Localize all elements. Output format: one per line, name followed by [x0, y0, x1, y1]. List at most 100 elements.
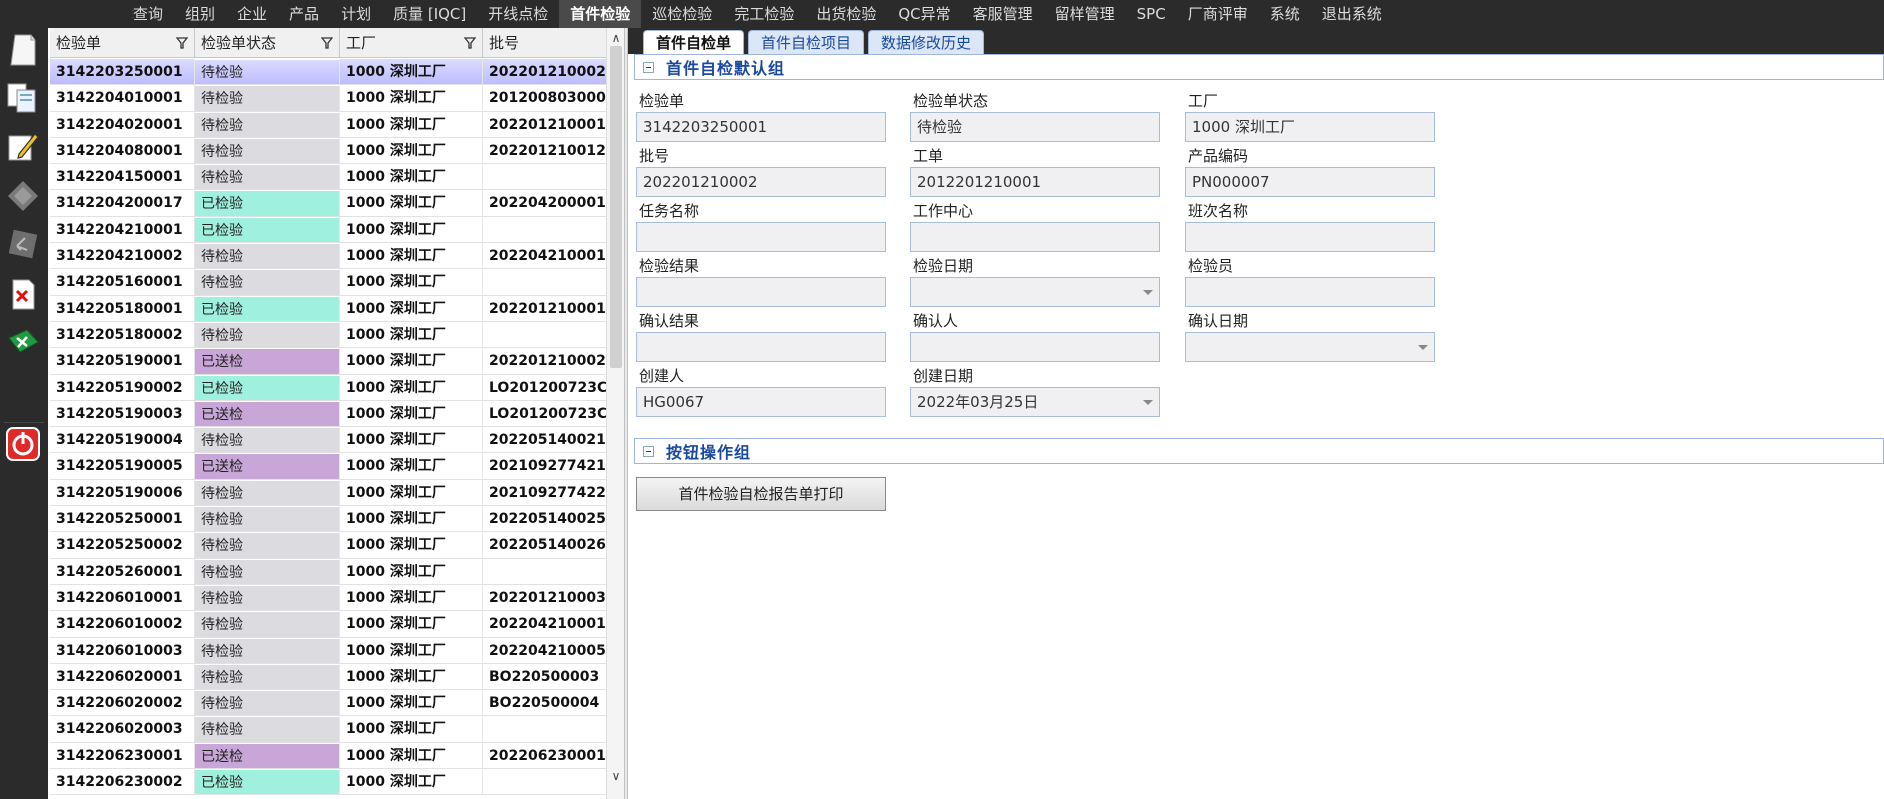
edit-pencil-icon[interactable]: [5, 128, 41, 164]
cell-factory: 1000 深圳工厂: [340, 584, 483, 611]
table-row[interactable]: 3142204080001 待检验 1000 深圳工厂 202201210012: [50, 137, 608, 165]
shift-name-input[interactable]: [1185, 222, 1435, 252]
button-group-header[interactable]: 按钮操作组: [634, 438, 1884, 464]
menu-group[interactable]: 组别: [174, 0, 226, 28]
copy-documents-icon[interactable]: [5, 80, 41, 116]
dropdown-arrow-icon[interactable]: [1143, 290, 1153, 295]
column-header-status[interactable]: 检验单状态: [195, 28, 340, 58]
inspector-input[interactable]: [1185, 277, 1435, 307]
cell-status: 待检验: [195, 321, 340, 348]
table-row[interactable]: 3142206230002 已检验 1000 深圳工厂: [50, 769, 608, 796]
inspect-date-dropdown[interactable]: [910, 277, 1160, 307]
field-label: 工作中心: [913, 202, 974, 220]
column-header-batch[interactable]: 批号: [483, 28, 624, 58]
factory-input[interactable]: 1000 深圳工厂: [1185, 112, 1435, 142]
delete-document-icon[interactable]: [5, 276, 41, 312]
print-report-button[interactable]: 首件检验自检报告单打印: [636, 477, 886, 511]
confirmer-input[interactable]: [910, 332, 1160, 362]
power-exit-icon[interactable]: [5, 426, 41, 462]
menu-exit-system[interactable]: 退出系统: [1311, 0, 1393, 28]
table-row[interactable]: 3142205190006 待检验 1000 深圳工厂 202109277422: [50, 479, 608, 507]
default-group-header[interactable]: 首件自检默认组: [634, 54, 1884, 80]
table-row[interactable]: 3142206010002 待检验 1000 深圳工厂 202204210001: [50, 611, 608, 638]
dropdown-arrow-icon[interactable]: [1418, 345, 1428, 350]
menu-sample-retention[interactable]: 留样管理: [1044, 0, 1126, 28]
table-row[interactable]: 3142205250002 待检验 1000 深圳工厂 202205140026: [50, 532, 608, 559]
create-date-dropdown[interactable]: 2022年03月25日: [910, 387, 1160, 417]
menu-first-article[interactable]: 首件检验: [559, 0, 642, 28]
table-row[interactable]: 3142204020001 待检验 1000 深圳工厂 202201210001: [50, 111, 608, 138]
confirm-date-dropdown[interactable]: [1185, 332, 1435, 362]
tab-data-history[interactable]: 数据修改历史: [868, 30, 985, 54]
table-row[interactable]: 3142205260001 待检验 1000 深圳工厂: [50, 558, 608, 585]
new-document-icon[interactable]: [5, 32, 41, 68]
table-row[interactable]: 3142204010001 待检验 1000 深圳工厂 201200803000: [50, 85, 608, 112]
menu-quality-iqc[interactable]: 质量 [IQC]: [382, 0, 477, 28]
scroll-down-icon[interactable]: ∨: [607, 768, 624, 784]
menu-vendor-review[interactable]: 厂商评审: [1177, 0, 1259, 28]
table-row[interactable]: 3142205180002 待检验 1000 深圳工厂: [50, 321, 608, 349]
column-header-factory[interactable]: 工厂: [340, 28, 483, 58]
diamond-icon[interactable]: [5, 178, 41, 214]
table-row[interactable]: 3142205190003 已送检 1000 深圳工厂 LO201200723C: [50, 400, 608, 428]
undo-icon[interactable]: [5, 226, 41, 262]
export-excel-icon[interactable]: [5, 324, 41, 360]
menu-final-inspection[interactable]: 完工检验: [723, 0, 805, 28]
menu-enterprise[interactable]: 企业: [226, 0, 278, 28]
menu-product[interactable]: 产品: [278, 0, 330, 28]
grid-header: 检验单 检验单状态 工厂 批号: [50, 28, 624, 58]
dropdown-arrow-icon[interactable]: [1143, 400, 1153, 405]
confirm-result-input[interactable]: [636, 332, 886, 362]
table-row[interactable]: 3142205190002 已检验 1000 深圳工厂 LO201200723C: [50, 374, 608, 401]
filter-icon[interactable]: [464, 36, 476, 50]
collapse-icon[interactable]: [643, 61, 654, 73]
column-header-inspection-no[interactable]: 检验单: [50, 28, 195, 58]
menu-customer-service[interactable]: 客服管理: [962, 0, 1044, 28]
menu-spc[interactable]: SPC: [1126, 0, 1177, 28]
tab-first-article-items[interactable]: 首件自检项目: [748, 30, 865, 54]
status-input[interactable]: 待检验: [910, 112, 1160, 142]
filter-icon[interactable]: [321, 36, 333, 50]
menu-line-check[interactable]: 开线点检: [477, 0, 559, 28]
cell-status: 待检验: [195, 137, 340, 164]
table-row[interactable]: 3142206230001 已送检 1000 深圳工厂 202206230001: [50, 742, 608, 770]
grid-vertical-scrollbar[interactable]: ∧ ∨: [606, 28, 624, 799]
menu-qc-exception[interactable]: QC异常: [887, 0, 961, 28]
table-row[interactable]: 3142206020002 待检验 1000 深圳工厂 BO220500004: [50, 690, 608, 717]
table-row[interactable]: 3142205180001 已检验 1000 深圳工厂 202201210001: [50, 295, 608, 322]
table-row[interactable]: 3142206020003 待检验 1000 深圳工厂: [50, 716, 608, 743]
menu-plan[interactable]: 计划: [330, 0, 382, 28]
table-row[interactable]: 3142205190001 已送检 1000 深圳工厂 202201210002: [50, 348, 608, 375]
table-row[interactable]: 3142206010003 待检验 1000 深圳工厂 202204210005: [50, 637, 608, 664]
creator-input[interactable]: HG0067: [636, 387, 886, 417]
table-row[interactable]: 3142204200017 已检验 1000 深圳工厂 202204200001: [50, 190, 608, 217]
product-code-input[interactable]: PN000007: [1185, 167, 1435, 197]
table-row[interactable]: 3142206010001 待检验 1000 深圳工厂 202201210003: [50, 584, 608, 612]
tab-first-article-sheet[interactable]: 首件自检单: [643, 30, 745, 54]
cell-status: 已检验: [195, 190, 340, 216]
work-order-input[interactable]: 2012201210001: [910, 167, 1160, 197]
task-name-input[interactable]: [636, 222, 886, 252]
result-input[interactable]: [636, 277, 886, 307]
cell-factory: 1000 深圳工厂: [340, 85, 483, 111]
filter-icon[interactable]: [176, 36, 188, 50]
scroll-up-icon[interactable]: ∧: [607, 30, 624, 46]
table-row[interactable]: 3142205250001 待检验 1000 深圳工厂 202205140025: [50, 506, 608, 533]
batch-input[interactable]: 202201210002: [636, 167, 886, 197]
menu-patrol-inspection[interactable]: 巡检检验: [641, 0, 723, 28]
collapse-icon[interactable]: [643, 445, 654, 457]
table-row[interactable]: 3142206020001 待检验 1000 深圳工厂 BO220500003: [50, 663, 608, 691]
table-row[interactable]: 3142205160001 待检验 1000 深圳工厂: [50, 269, 608, 296]
table-row[interactable]: 3142203250001 待检验 1000 深圳工厂 202201210002: [50, 59, 608, 86]
table-row[interactable]: 3142205190005 已送检 1000 深圳工厂 202109277421: [50, 453, 608, 480]
work-center-input[interactable]: [910, 222, 1160, 252]
table-row[interactable]: 3142204210001 已检验 1000 深圳工厂: [50, 216, 608, 244]
table-row[interactable]: 3142204150001 待检验 1000 深圳工厂: [50, 164, 608, 191]
table-row[interactable]: 3142204210002 待检验 1000 深圳工厂 202204210001: [50, 243, 608, 270]
menu-shipping-inspection[interactable]: 出货检验: [805, 0, 887, 28]
table-row[interactable]: 3142205190004 待检验 1000 深圳工厂 202205140021: [50, 427, 608, 454]
field-label: 检验结果: [639, 257, 700, 275]
menu-system[interactable]: 系统: [1259, 0, 1311, 28]
scroll-thumb[interactable]: [610, 46, 622, 368]
inspection-no-input[interactable]: 3142203250001: [636, 112, 886, 142]
